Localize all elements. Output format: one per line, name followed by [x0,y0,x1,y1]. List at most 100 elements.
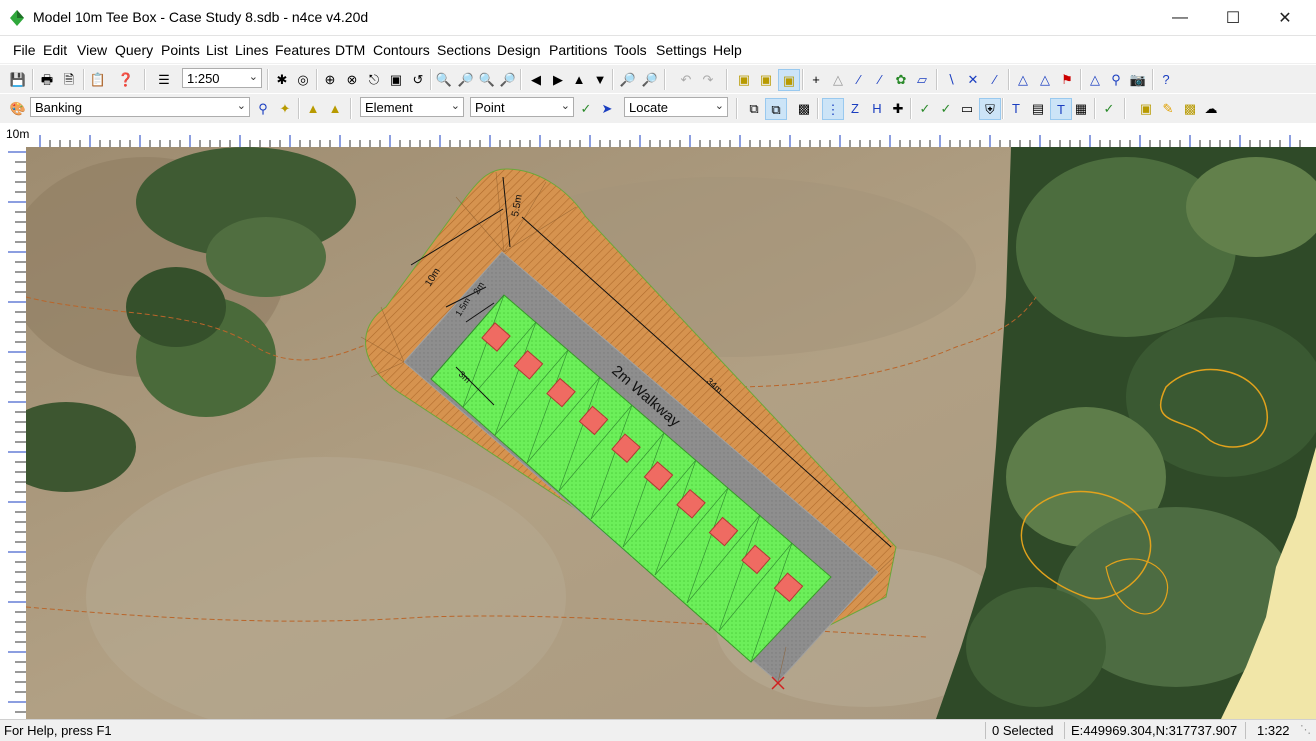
context-help-icon[interactable]: ? [1156,69,1176,89]
resize-grip-icon[interactable]: ⋱ [1300,723,1311,736]
scale-select[interactable]: 1:250 ⌄ [182,68,262,88]
paste-icon[interactable]: ⧉ [765,98,787,120]
window-title: Model 10m Tee Box - Case Study 8.sdb - n… [33,9,369,25]
zoom-extents-icon[interactable]: ⊗ [342,69,362,89]
select-window-icon[interactable]: ▣ [756,69,776,89]
scale-value: 1:250 [187,71,220,86]
zoom-pan-icon[interactable]: 🔎 [498,69,518,89]
menu-contours[interactable]: Contours [373,42,430,58]
layer-select[interactable]: Banking ⌄ [30,97,250,117]
menu-points[interactable]: Points [161,42,200,58]
menu-features[interactable]: Features [275,42,330,58]
paint-icon[interactable]: ✱ [272,69,292,89]
print-icon[interactable]: 🖶 [37,69,57,89]
lower-icon[interactable]: ▲ [325,98,345,118]
line-icon-2[interactable]: ∕ [870,69,890,89]
break-line-icon[interactable]: ∖ [941,69,961,89]
flag-icon[interactable]: ⚑ [1057,69,1077,89]
copy-icon[interactable]: ⧉ [744,98,764,118]
pan-left-icon[interactable]: ◀ [526,69,546,89]
menu-query[interactable]: Query [115,42,153,58]
pencil-icon[interactable]: ✎ [1158,98,1178,118]
zoom-in-icon[interactable]: 🔍 [434,69,454,89]
close-button[interactable]: ✕ [1262,0,1308,35]
menu-file[interactable]: File [13,42,36,58]
grid-text-icon[interactable]: ⋮ [822,98,844,120]
menu-sections[interactable]: Sections [437,42,491,58]
point-select[interactable]: Point ⌄ [470,97,574,117]
h-icon[interactable]: H [867,98,887,118]
pattern-icon[interactable]: ▩ [1180,98,1200,118]
layer-colour-icon[interactable]: 🎨 [8,98,28,118]
cube-icon[interactable]: ▣ [1136,98,1156,118]
triangle-icon[interactable]: △ [828,69,848,89]
maximize-button[interactable]: ☐ [1210,0,1256,35]
locate-select[interactable]: Locate ⌄ [624,97,728,117]
pan-right-icon[interactable]: ▶ [548,69,568,89]
redo-icon[interactable]: ↷ [698,69,718,89]
zoom-point-icon[interactable]: 🔍 [477,69,497,89]
camera-icon[interactable]: 📷 [1128,69,1148,89]
menu-view[interactable]: View [77,42,107,58]
triangulate-b-icon[interactable]: △ [1035,69,1055,89]
z-icon[interactable]: Z [845,98,865,118]
menu-settings[interactable]: Settings [656,42,707,58]
join-line-icon[interactable]: ∕ [985,69,1005,89]
add-point-icon[interactable]: + [806,69,826,89]
element-select[interactable]: Element ⌄ [360,97,464,117]
menu-tools[interactable]: Tools [614,42,647,58]
raise-icon[interactable]: ▲ [303,98,323,118]
menu-partitions[interactable]: Partitions [549,42,607,58]
zoom-all-icon[interactable]: ▣ [386,69,406,89]
menu-list[interactable]: List [206,42,228,58]
point-tool-icon[interactable]: ➤ [597,98,617,118]
menu-dtm[interactable]: DTM [335,42,365,58]
model-icon[interactable]: △ [1085,69,1105,89]
cross-line-icon[interactable]: ✕ [963,69,983,89]
shield-icon[interactable]: ⛨ [979,98,1001,120]
block-icon[interactable]: ▩ [794,98,814,118]
crosshair-icon[interactable]: ✚ [888,98,908,118]
check-point-icon[interactable]: ✓ [576,98,596,118]
select-all-icon[interactable]: ▣ [734,69,754,89]
zoom-previous-icon[interactable]: ↺ [408,69,428,89]
string-icon[interactable]: ▱ [912,69,932,89]
zoom-window-icon[interactable]: ⊕ [320,69,340,89]
minimize-button[interactable]: — [1157,0,1203,35]
chart-icon[interactable]: ▦ [1071,98,1091,118]
help-icon[interactable]: ❓ [116,69,136,89]
menu-help[interactable]: Help [713,42,742,58]
left-ruler [0,147,27,719]
zoom-selection-icon[interactable]: ⎋ [364,69,384,89]
menu-lines[interactable]: Lines [235,42,268,58]
pan-down-icon[interactable]: ▼ [590,69,610,89]
network-icon[interactable]: ⚲ [1106,69,1126,89]
line-icon-1[interactable]: ∕ [849,69,869,89]
find-icon[interactable]: 🔎 [618,69,638,89]
wand-icon[interactable]: ✦ [275,98,295,118]
text-icon[interactable]: T [1006,98,1026,118]
pan-up-icon[interactable]: ▲ [569,69,589,89]
verify-icon[interactable]: ✓ [1099,98,1119,118]
check-b-icon[interactable]: ✓ [936,98,956,118]
zoom-out-icon[interactable]: 🔎 [456,69,476,89]
save-icon[interactable]: 💾 [8,69,28,89]
feature-icon[interactable]: ✿ [891,69,911,89]
menu-design[interactable]: Design [497,42,541,58]
print-preview-icon[interactable]: 🗎 [59,69,79,89]
target-icon[interactable]: ◎ [293,69,313,89]
undo-icon[interactable]: ↶ [676,69,696,89]
properties-icon[interactable]: 📋 [88,69,108,89]
triangulate-icon[interactable]: △ [1013,69,1033,89]
select-active-icon[interactable]: ▣ [778,69,800,91]
label-icon[interactable]: ▭ [957,98,977,118]
cloud-icon[interactable]: ☁ [1201,98,1221,118]
aerial-drawing[interactable]: 10m 5.5m 1.5m 2m 3m 34m 2m Walkway [26,147,1316,719]
snap-icon[interactable]: ⚲ [253,98,273,118]
text-check-icon[interactable]: T [1050,98,1072,120]
table-icon[interactable]: ▤ [1028,98,1048,118]
check-a-icon[interactable]: ✓ [915,98,935,118]
layers-icon[interactable]: ☰ [154,69,174,89]
drawing-canvas[interactable]: 10m 5.5m 1.5m 2m 3m 34m 2m Walkway [26,147,1316,719]
menu-edit[interactable]: Edit [43,42,67,58]
